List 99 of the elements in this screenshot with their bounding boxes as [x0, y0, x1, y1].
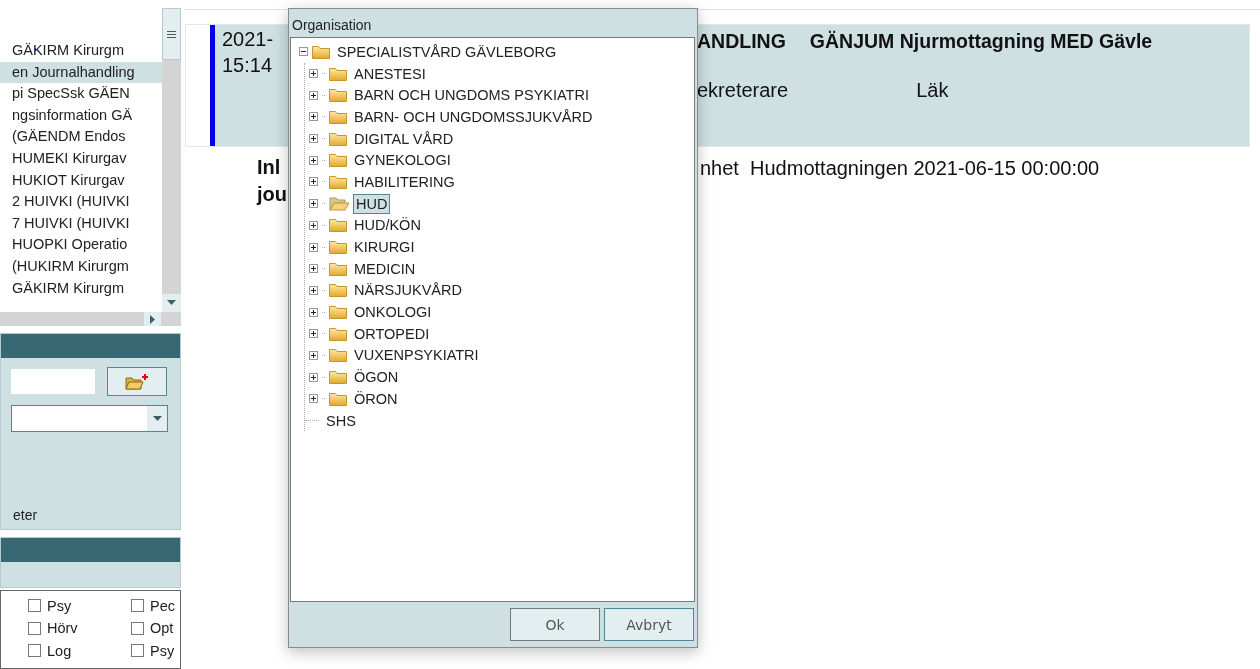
- folder-icon: [329, 283, 347, 298]
- list-item[interactable]: HUKIOT Kirurgav: [0, 169, 162, 192]
- tree-item[interactable]: DIGITAL VÅRD: [351, 128, 457, 149]
- checkbox[interactable]: Log: [28, 639, 131, 662]
- tree-item[interactable]: ORTOPEDI: [351, 323, 433, 344]
- tree-item[interactable]: HUD/KÖN: [351, 215, 424, 236]
- folder-plus-icon: [125, 373, 149, 390]
- expand-icon[interactable]: [309, 242, 318, 252]
- checkbox-square[interactable]: [131, 621, 144, 635]
- time-text: 15:14: [222, 53, 273, 77]
- entry-heading: jou: [257, 182, 287, 207]
- grip-icon: [167, 30, 176, 38]
- dialog-button[interactable]: Ok: [510, 608, 600, 641]
- list-item[interactable]: (HUKIRM Kirurgm: [0, 255, 162, 278]
- section-label: eter: [13, 507, 39, 524]
- expand-icon[interactable]: [309, 69, 318, 79]
- checkbox[interactable]: Opt: [131, 616, 180, 640]
- scroll-thumb[interactable]: [162, 8, 181, 60]
- expand-icon[interactable]: [309, 372, 318, 382]
- tree-item[interactable]: ÖGON: [351, 367, 402, 388]
- expand-icon[interactable]: [309, 264, 318, 274]
- checkbox-square[interactable]: [28, 621, 41, 635]
- expand-icon[interactable]: [309, 177, 318, 187]
- expand-icon[interactable]: [309, 220, 318, 230]
- folder-icon: [329, 348, 347, 363]
- list-item[interactable]: ngsinformation GÄ: [0, 104, 162, 127]
- checkbox[interactable]: Pec: [131, 594, 180, 617]
- entry-heading: Inl: [257, 155, 281, 180]
- expand-icon[interactable]: [309, 307, 318, 317]
- tree-item[interactable]: VUXENPSYKIATRI: [351, 345, 482, 366]
- entry-text: nhet Hudmottagningen 2021-06-15 00:00:00: [700, 157, 1100, 180]
- folder-icon: [329, 305, 347, 320]
- caret-icon: [152, 416, 162, 422]
- expand-icon[interactable]: [309, 155, 318, 165]
- list-item[interactable]: pi SpecSsk GÄEN: [0, 83, 162, 105]
- folder-icon: [329, 326, 347, 341]
- list-item[interactable]: GÄKIRM Kirurgm: [0, 40, 162, 62]
- document-type: ANDLING: [697, 30, 786, 53]
- date-text: 2021-: [222, 27, 274, 51]
- dropdown[interactable]: [11, 405, 168, 433]
- checkbox[interactable]: Psy: [28, 594, 131, 617]
- role-text: ekreterare: [697, 79, 789, 102]
- tree-item[interactable]: MEDICIN: [351, 258, 419, 279]
- tree-item[interactable]: HABILITERING: [351, 171, 458, 192]
- expand-icon[interactable]: [309, 394, 318, 404]
- expand-icon[interactable]: [309, 134, 318, 144]
- folder-icon: [329, 131, 347, 146]
- tree-item[interactable]: ANESTESI: [351, 63, 429, 84]
- folder-icon: [329, 240, 347, 255]
- dialog-button[interactable]: Avbryt: [604, 608, 694, 641]
- dialog-title: Organisation: [291, 16, 373, 35]
- list-item[interactable]: GÄKIRM Kirurgm: [0, 277, 162, 300]
- list-item[interactable]: (GÄENDM Endos: [0, 126, 162, 148]
- checkbox-square[interactable]: [28, 599, 41, 613]
- checkbox[interactable]: Psy: [131, 639, 180, 662]
- scroll-right-button[interactable]: [144, 311, 161, 327]
- expand-icon[interactable]: [309, 329, 318, 339]
- tree-item[interactable]: SPECIALISTVÅRD GÄVLEBORG: [334, 41, 560, 62]
- list-item[interactable]: en Journalhandling: [0, 61, 162, 84]
- tree-item[interactable]: HUD: [353, 193, 391, 214]
- folder-icon: [312, 44, 330, 59]
- list-item[interactable]: HUOPKI Operatio: [0, 234, 162, 256]
- list-item[interactable]: HUMEKI Kirurgav: [0, 147, 162, 170]
- folder-icon: [329, 370, 347, 385]
- folder-icon: [329, 391, 347, 406]
- folder-icon: [329, 261, 347, 276]
- tree-item[interactable]: ONKOLOGI: [351, 302, 435, 323]
- unit-title: GÄNJUM Njurmottagning MED Gävle: [809, 30, 1153, 53]
- tree-item[interactable]: NÄRSJUKVÅRD: [351, 280, 465, 301]
- expand-icon[interactable]: [309, 112, 318, 122]
- profession-text: Läk: [916, 79, 949, 102]
- expand-icon[interactable]: [309, 285, 318, 295]
- scroll-down-button[interactable]: [162, 293, 181, 312]
- folder-icon: [329, 88, 347, 103]
- tree-item[interactable]: BARN- OCH UNGDOMSSJUKVÅRD: [351, 106, 596, 127]
- list-item[interactable]: 2 HUIVKI (HUIVKI: [0, 191, 162, 213]
- tree-item[interactable]: SHS: [323, 410, 359, 431]
- checkbox-square[interactable]: [28, 644, 41, 658]
- collapse-icon[interactable]: [299, 47, 308, 57]
- expand-icon[interactable]: [309, 350, 318, 360]
- folder-icon: [329, 174, 347, 189]
- list-item[interactable]: 7 HUIVKI (HUIVKI: [0, 212, 162, 235]
- input-field[interactable]: [11, 369, 95, 395]
- right-arrow-icon: [150, 314, 155, 324]
- checkbox-square[interactable]: [131, 644, 144, 658]
- new-folder-button[interactable]: [107, 367, 167, 397]
- tree-item[interactable]: GYNEKOLOGI: [351, 150, 454, 171]
- folder-icon: [329, 109, 347, 124]
- folder-icon: [329, 66, 347, 81]
- expand-icon[interactable]: [309, 199, 318, 209]
- folder-icon: [329, 153, 347, 168]
- tree-item[interactable]: BARN OCH UNGDOMS PSYKIATRI: [351, 85, 592, 106]
- tree-item[interactable]: KIRURGI: [351, 237, 418, 258]
- down-arrow-icon: [167, 300, 176, 306]
- expand-icon[interactable]: [309, 90, 318, 100]
- checkbox-square[interactable]: [131, 599, 144, 613]
- checkbox[interactable]: Hörv: [28, 616, 131, 640]
- tree-item[interactable]: ÖRON: [351, 388, 401, 409]
- folder-icon: [329, 218, 347, 233]
